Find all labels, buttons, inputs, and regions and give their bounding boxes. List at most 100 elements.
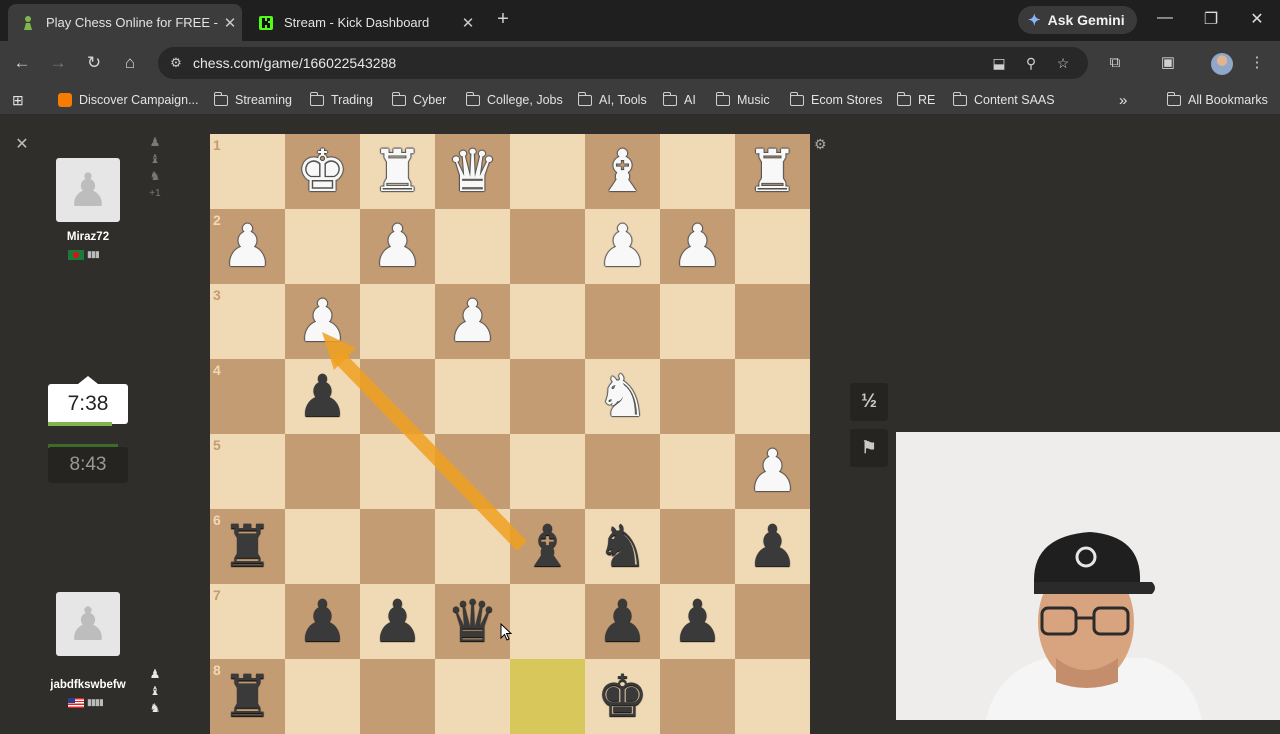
board-square[interactable]: ♟ [285,284,360,359]
board-square[interactable]: ♞ [585,359,660,434]
bookmark-folder-cyber[interactable]: Cyber [391,91,446,109]
board-square[interactable]: ♟ [585,584,660,659]
site-info-icon[interactable]: ⚙ [166,53,186,73]
resign-flag-icon[interactable]: ⚑ [850,429,888,467]
black-queen-icon[interactable]: ♛ [435,584,510,659]
board-square[interactable] [360,659,435,734]
close-tab-icon[interactable]: ✕ [218,14,242,32]
board-square[interactable] [735,584,810,659]
board-square[interactable] [285,434,360,509]
black-pawn-icon[interactable]: ♟ [735,509,810,584]
board-square[interactable] [735,359,810,434]
restore-icon[interactable]: ❐ [1199,9,1223,29]
board-square[interactable] [360,509,435,584]
board-square[interactable] [660,509,735,584]
board-square[interactable] [510,434,585,509]
board-square[interactable]: ♟ [285,584,360,659]
board-square[interactable]: ♚ [585,659,660,734]
board-square[interactable] [510,209,585,284]
board-square[interactable] [660,284,735,359]
board-square[interactable] [660,134,735,209]
bookmark-folder-content-saas[interactable]: Content SAAS [952,91,1055,109]
board-square[interactable] [510,659,585,734]
black-king-icon[interactable]: ♚ [585,659,660,734]
reload-icon[interactable]: ↻ [83,52,105,74]
board-square[interactable]: 8 ♜ [210,659,285,734]
board-square[interactable]: ♞ [585,509,660,584]
address-bar[interactable]: ⚙ chess.com/game/166022543288 ⬓ ⚲ ☆ [158,47,1088,79]
board-square[interactable]: ♚ [285,134,360,209]
tab-kick[interactable]: Stream - Kick Dashboard ✕ [246,4,480,41]
board-square[interactable]: 4 [210,359,285,434]
close-window-icon[interactable]: ✕ [1245,9,1269,29]
bottom-player-name[interactable]: jabdfkswbefw [28,679,148,691]
board-square[interactable] [660,659,735,734]
board-square[interactable]: ♛ [435,134,510,209]
all-bookmarks-button[interactable]: All Bookmarks [1166,91,1268,109]
bookmark-folder-music[interactable]: Music [715,91,770,109]
board-square[interactable] [435,359,510,434]
bookmark-folder-college-jobs[interactable]: College, Jobs [465,91,563,109]
board-square[interactable] [660,434,735,509]
board-square[interactable] [585,434,660,509]
board-square[interactable]: ♟ [735,509,810,584]
black-knight-icon[interactable]: ♞ [585,509,660,584]
board-square[interactable] [435,509,510,584]
forward-icon[interactable]: → [47,52,69,74]
black-pawn-icon[interactable]: ♟ [585,584,660,659]
board-square[interactable]: ♝ [585,134,660,209]
board-square[interactable]: ♟ [585,209,660,284]
white-rook-icon[interactable]: ♜ [735,134,810,209]
board-square[interactable]: ♟ [435,284,510,359]
white-pawn-icon[interactable]: ♟ [210,209,285,284]
white-queen-icon[interactable]: ♛ [435,134,510,209]
black-pawn-icon[interactable]: ♟ [285,584,360,659]
white-pawn-icon[interactable]: ♟ [735,434,810,509]
board-square[interactable]: 2 ♟ [210,209,285,284]
board-square[interactable] [660,359,735,434]
bookmarks-overflow-icon[interactable]: » [1119,91,1127,109]
extensions-icon[interactable]: ⧉ [1104,52,1126,74]
close-tab-icon[interactable]: ✕ [456,14,480,32]
board-square[interactable]: ♟ [735,434,810,509]
bookmark-star-icon[interactable]: ☆ [1053,53,1073,73]
ask-gemini-button[interactable]: ✦ Ask Gemini [1018,6,1137,34]
board-square[interactable] [285,509,360,584]
white-rook-icon[interactable]: ♜ [360,134,435,209]
board-square[interactable] [510,584,585,659]
black-rook-icon[interactable]: ♜ [210,659,285,734]
new-tab-button[interactable]: + [492,8,514,30]
bookmark-folder-ecom-stores[interactable]: Ecom Stores [789,91,883,109]
board-square[interactable] [285,659,360,734]
board-square[interactable] [735,209,810,284]
side-panel-icon[interactable]: ▣ [1157,52,1179,74]
install-app-icon[interactable]: ⬓ [989,53,1009,73]
board-square[interactable] [585,284,660,359]
board-square[interactable] [360,359,435,434]
board-square[interactable] [435,659,510,734]
board-square[interactable] [735,284,810,359]
top-player-name[interactable]: Miraz72 [28,231,148,243]
bookmark-folder-streaming[interactable]: Streaming [213,91,292,109]
home-icon[interactable]: ⌂ [119,52,141,74]
black-pawn-icon[interactable]: ♟ [360,584,435,659]
board-square[interactable]: 6 ♜ [210,509,285,584]
back-icon[interactable]: ← [11,52,33,74]
menu-icon[interactable]: ⋮ [1246,52,1268,74]
bookmark-folder-ai-tools[interactable]: AI, Tools [577,91,647,109]
white-king-icon[interactable]: ♚ [285,134,360,209]
white-pawn-icon[interactable]: ♟ [585,209,660,284]
avatar[interactable]: ♟ [56,158,120,222]
board-settings-icon[interactable]: ⚙ [814,136,827,153]
board-square[interactable] [510,359,585,434]
white-pawn-icon[interactable]: ♟ [360,209,435,284]
board-square[interactable] [510,134,585,209]
black-bishop-icon[interactable]: ♝ [510,509,585,584]
board-square[interactable]: ♟ [360,209,435,284]
board-square[interactable]: 7 [210,584,285,659]
white-bishop-icon[interactable]: ♝ [585,134,660,209]
board-square[interactable]: 3 [210,284,285,359]
bookmark-discover[interactable]: Discover Campaign... [58,91,199,109]
board-square[interactable] [435,434,510,509]
board-square[interactable] [285,209,360,284]
